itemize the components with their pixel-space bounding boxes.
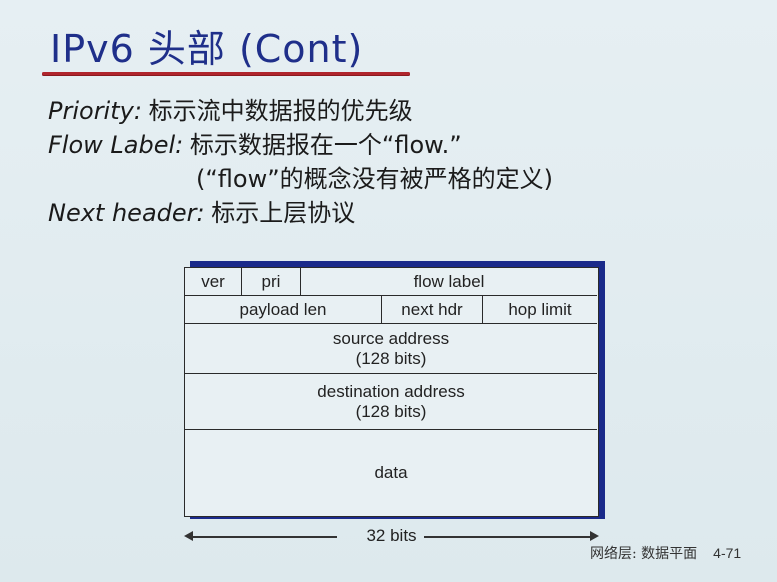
page-number: 4-71: [713, 545, 742, 561]
field-label: ver: [201, 271, 225, 291]
width-line-right: [424, 536, 591, 538]
field-label: source address: [332, 328, 450, 348]
field-label: flow label: [413, 271, 485, 291]
field-data: data: [185, 430, 597, 515]
width-indicator: 32 bits: [184, 524, 599, 548]
arrow-right-icon: [590, 531, 599, 541]
bullet-desc: 标示数据报在一个“flow.”: [189, 131, 462, 159]
field-label: pri: [261, 271, 281, 291]
field-label: hop limit: [508, 299, 572, 319]
field-label: destination address: [317, 381, 465, 401]
field-size: (128 bits): [355, 401, 427, 421]
field-label: data: [374, 462, 408, 482]
bullet-term: Priority:: [48, 97, 142, 125]
field-hop-limit: hop limit: [483, 296, 597, 324]
page-title: IPv6 头部 (Cont): [50, 27, 364, 71]
field-flow-label: flow label: [301, 268, 597, 296]
title-underline: [42, 72, 410, 75]
bullet-term: Flow Label:: [48, 131, 184, 159]
field-pri: pri: [242, 268, 301, 296]
bullet-desc: (“flow”的概念没有被严格的定义): [196, 165, 554, 193]
bullet-priority: Priority: 标示流中数据报的优先级: [48, 96, 413, 127]
field-ver: ver: [185, 268, 242, 296]
bullet-term: Next header:: [48, 199, 205, 227]
field-next-hdr: next hdr: [382, 296, 483, 324]
bullet-flow-note: (“flow”的概念没有被严格的定义): [196, 164, 553, 195]
bullet-desc: 标示流中数据报的优先级: [148, 97, 413, 125]
field-size: (128 bits): [355, 348, 427, 368]
footer-chapter: 网络层: 数据平面: [590, 546, 698, 562]
field-destination-address: destination address (128 bits): [185, 374, 597, 430]
bullet-flow-label: Flow Label: 标示数据报在一个“flow.”: [48, 130, 462, 161]
bullet-desc: 标示上层协议: [211, 199, 356, 227]
field-payload-len: payload len: [185, 296, 382, 324]
field-label: next hdr: [401, 299, 463, 319]
slide-footer: 网络层: 数据平面 4-71: [590, 543, 741, 563]
field-label: payload len: [239, 299, 327, 319]
slide: IPv6 头部 (Cont) Priority: 标示流中数据报的优先级 Flo…: [0, 0, 777, 582]
ipv6-header-diagram: ver pri flow label payload len next hdr …: [184, 267, 599, 517]
field-source-address: source address (128 bits): [185, 324, 597, 374]
bullet-next-header: Next header: 标示上层协议: [48, 198, 355, 229]
